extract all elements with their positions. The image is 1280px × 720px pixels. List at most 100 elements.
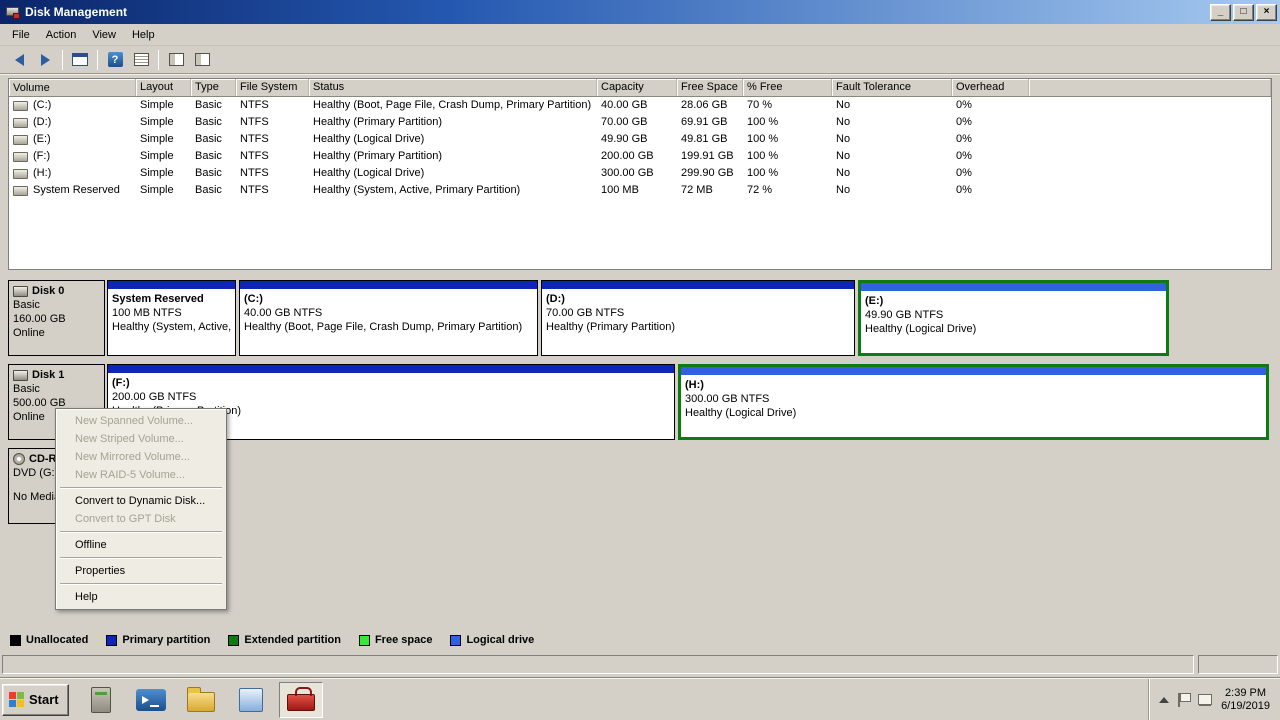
forward-button[interactable] — [33, 49, 57, 71]
menu-action[interactable]: Action — [38, 26, 85, 44]
taskbar-powershell-button[interactable] — [129, 682, 173, 718]
list-icon — [134, 53, 149, 66]
menu-item-convert-to-dynamic-disk[interactable]: Convert to Dynamic Disk... — [57, 492, 225, 510]
console-window-icon — [72, 53, 88, 66]
taskbar: Start 2:39 PM 6/19/2019 — [0, 678, 1280, 720]
menu-item-properties[interactable]: Properties — [57, 562, 225, 580]
column-header-pct-free[interactable]: % Free — [743, 79, 832, 96]
column-header-free-space[interactable]: Free Space — [677, 79, 743, 96]
maximize-button[interactable]: □ — [1233, 4, 1254, 21]
volume-row[interactable]: (H:)SimpleBasicNTFSHealthy (Logical Driv… — [9, 165, 1271, 182]
volume-cell-overhead: 0% — [952, 114, 1029, 131]
menu-help[interactable]: Help — [124, 26, 163, 44]
back-button[interactable] — [7, 49, 31, 71]
export-list-button[interactable] — [129, 49, 153, 71]
help-button[interactable]: ? — [103, 49, 127, 71]
legend-item-extended-partition: Extended partition — [228, 634, 341, 646]
volume-cell-overhead: 0% — [952, 165, 1029, 182]
volume-table-body: (C:)SimpleBasicNTFSHealthy (Boot, Page F… — [9, 97, 1271, 199]
action-pane-icon — [195, 53, 210, 66]
help-icon: ? — [108, 52, 123, 67]
minimize-button[interactable]: _ — [1210, 4, 1231, 21]
volume-cell-capacity: 40.00 GB — [597, 97, 677, 114]
close-button[interactable]: × — [1256, 4, 1277, 21]
partition-e[interactable]: (E:)49.90 GB NTFSHealthy (Logical Drive) — [858, 280, 1169, 356]
action-center-flag-icon[interactable] — [1178, 693, 1189, 707]
volume-cell-pct-free: 100 % — [743, 131, 832, 148]
legend-item-logical-drive: Logical drive — [450, 634, 534, 646]
volume-cell-layout: Simple — [136, 131, 191, 148]
hidden-icons-chevron-icon[interactable] — [1159, 697, 1169, 703]
legend-swatch — [106, 635, 117, 646]
volume-cell-volume: System Reserved — [9, 182, 136, 199]
volume-cell-type: Basic — [191, 182, 236, 199]
volume-cell-fault-tolerance: No — [832, 165, 952, 182]
column-header-overhead[interactable]: Overhead — [952, 79, 1029, 96]
menu-item-offline[interactable]: Offline — [57, 536, 225, 554]
partition-color-bar — [108, 365, 674, 373]
menu-item-help[interactable]: Help — [57, 588, 225, 606]
drive-icon — [13, 118, 28, 128]
column-header-status[interactable]: Status — [309, 79, 597, 96]
partition-h[interactable]: (H:)300.00 GB NTFSHealthy (Logical Drive… — [678, 364, 1269, 440]
column-header-layout[interactable]: Layout — [136, 79, 191, 96]
drive-icon — [13, 101, 28, 111]
disk-icon — [13, 370, 28, 381]
action-pane-button[interactable] — [190, 49, 214, 71]
volume-cell-layout: Simple — [136, 182, 191, 199]
taskbar-file-explorer-button[interactable] — [179, 682, 223, 718]
taskbar-iscsi-button[interactable] — [229, 682, 273, 718]
volume-cell-status: Healthy (Primary Partition) — [309, 148, 597, 165]
disk-0-info-panel[interactable]: Disk 0Basic160.00 GBOnline — [8, 280, 105, 356]
partition-color-bar — [861, 283, 1166, 291]
title-bar[interactable]: Disk Management _ □ × — [0, 0, 1280, 24]
column-header-volume[interactable]: Volume — [9, 79, 136, 96]
disk-size: 160.00 GB — [13, 313, 100, 325]
partition-text: (D:)70.00 GB NTFSHealthy (Primary Partit… — [542, 289, 854, 334]
menu-file[interactable]: File — [4, 26, 38, 44]
volume-cell-pct-free: 72 % — [743, 182, 832, 199]
partition-size: 49.90 GB NTFS — [865, 308, 1162, 322]
volume-cell-filler — [1029, 182, 1271, 199]
volume-table-header: Volume Layout Type File System Status Ca… — [9, 79, 1271, 97]
window-title: Disk Management — [25, 5, 1208, 19]
toolbar-separator — [97, 50, 98, 70]
volume-row[interactable]: (F:)SimpleBasicNTFSHealthy (Primary Part… — [9, 148, 1271, 165]
start-button-label: Start — [29, 692, 59, 707]
quick-launch — [79, 682, 323, 718]
partitions: (F:)200.00 GB NTFSHealthy (Primary Parti… — [107, 364, 1280, 440]
column-header-type[interactable]: Type — [191, 79, 236, 96]
volume-cell-fault-tolerance: No — [832, 131, 952, 148]
partition-label: (H:) — [685, 378, 1262, 392]
volume-cell-capacity: 49.90 GB — [597, 131, 677, 148]
volume-row[interactable]: (E:)SimpleBasicNTFSHealthy (Logical Driv… — [9, 131, 1271, 148]
partition-text: System Reserved100 MB NTFSHealthy (Syste… — [108, 289, 235, 334]
volume-row[interactable]: (C:)SimpleBasicNTFSHealthy (Boot, Page F… — [9, 97, 1271, 114]
column-header-fault-tolerance[interactable]: Fault Tolerance — [832, 79, 952, 96]
desktop: Disk Management _ □ × File Action View H… — [0, 0, 1280, 720]
clock-date: 6/19/2019 — [1221, 700, 1270, 713]
partition-c[interactable]: (C:)40.00 GB NTFSHealthy (Boot, Page Fil… — [239, 280, 538, 356]
views-button[interactable] — [164, 49, 188, 71]
menu-view[interactable]: View — [84, 26, 124, 44]
network-icon[interactable] — [1198, 694, 1212, 705]
column-header-file-system[interactable]: File System — [236, 79, 309, 96]
toolbar-separator — [62, 50, 63, 70]
partition-color-bar — [681, 367, 1266, 375]
volume-cell-free-space: 299.90 GB — [677, 165, 743, 182]
volume-cell-type: Basic — [191, 165, 236, 182]
volume-row[interactable]: (D:)SimpleBasicNTFSHealthy (Primary Part… — [9, 114, 1271, 131]
volume-row[interactable]: System ReservedSimpleBasicNTFSHealthy (S… — [9, 182, 1271, 199]
partition-label: System Reserved — [112, 292, 231, 306]
console-tree-button[interactable] — [68, 49, 92, 71]
volume-cell-layout: Simple — [136, 114, 191, 131]
partition-system-reserved[interactable]: System Reserved100 MB NTFSHealthy (Syste… — [107, 280, 236, 356]
taskbar-disk-management-button[interactable] — [279, 682, 323, 718]
volume-cell-filler — [1029, 131, 1271, 148]
clock[interactable]: 2:39 PM 6/19/2019 — [1221, 687, 1270, 713]
partition-d[interactable]: (D:)70.00 GB NTFSHealthy (Primary Partit… — [541, 280, 855, 356]
server-manager-icon — [91, 687, 111, 713]
start-button[interactable]: Start — [2, 684, 69, 716]
taskbar-server-manager-button[interactable] — [79, 682, 123, 718]
column-header-capacity[interactable]: Capacity — [597, 79, 677, 96]
